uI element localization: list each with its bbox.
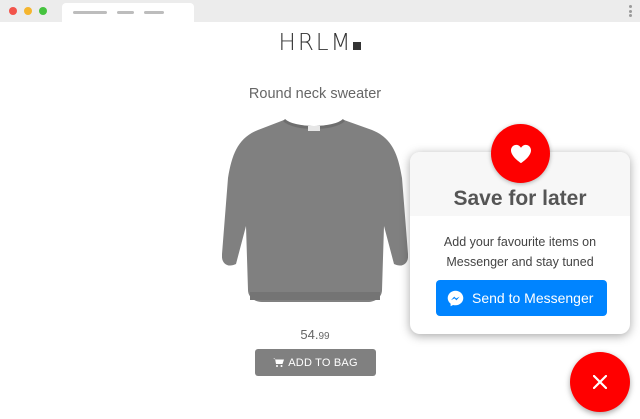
minimize-window-dot[interactable] <box>24 7 32 15</box>
tab-placeholder-line <box>117 11 134 14</box>
close-button[interactable] <box>570 352 630 412</box>
tab-placeholder-line <box>73 11 107 14</box>
maximize-window-dot[interactable] <box>39 7 47 15</box>
popup-description: Add your favourite items on Messenger an… <box>443 235 597 269</box>
logo-text: HRLM <box>278 30 353 56</box>
add-to-bag-button[interactable]: ADD TO BAG <box>255 349 376 376</box>
heart-icon <box>510 144 531 163</box>
kebab-menu-icon[interactable] <box>629 5 632 17</box>
page: HRLM Round neck sweater 54.99 ADD TO BAG… <box>0 0 640 419</box>
add-to-bag-label: ADD TO BAG <box>288 356 358 369</box>
popup-title: Save for later <box>453 187 587 210</box>
product-price: 54.99 <box>300 327 330 342</box>
logo-square-icon <box>353 42 362 50</box>
brand-logo[interactable]: HRLM <box>0 30 640 56</box>
heart-badge <box>491 124 550 183</box>
tab-placeholder-line <box>144 11 164 14</box>
send-to-messenger-label: Send to Messenger <box>472 290 594 306</box>
close-icon <box>593 375 607 389</box>
cart-icon <box>273 358 285 367</box>
sweater-hem <box>250 292 380 300</box>
messenger-icon <box>447 290 464 306</box>
browser-tab[interactable] <box>62 3 194 22</box>
browser-toolbar <box>0 0 640 22</box>
sweater-label <box>308 126 320 131</box>
product-image[interactable] <box>222 114 408 306</box>
sweater-body <box>222 120 408 302</box>
product-title: Round neck sweater <box>248 86 382 102</box>
send-to-messenger-button[interactable]: Send to Messenger <box>436 280 607 316</box>
close-window-dot[interactable] <box>9 7 17 15</box>
